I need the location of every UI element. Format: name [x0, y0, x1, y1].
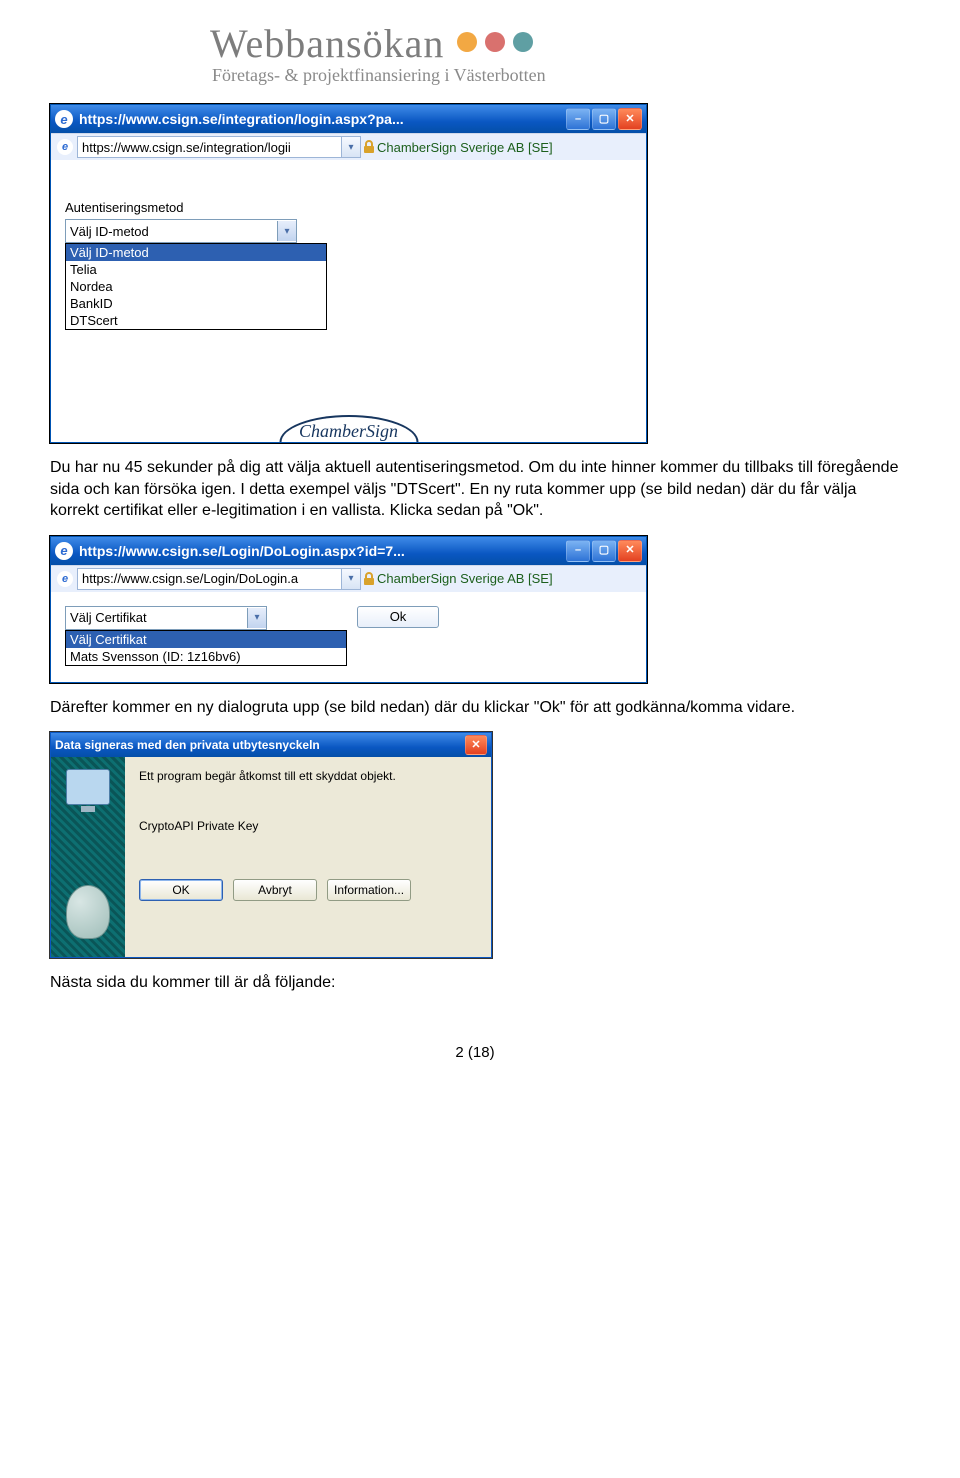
monitor-icon	[66, 769, 110, 805]
window-title: https://www.csign.se/integration/login.a…	[79, 111, 566, 127]
auth-method-options[interactable]: Välj ID-metod Telia Nordea BankID DTScer…	[65, 243, 327, 330]
option-valj-id-metod[interactable]: Välj ID-metod	[66, 244, 326, 261]
close-button[interactable]: ✕	[618, 108, 642, 130]
auth-method-label: Autentiseringsmetod	[65, 200, 632, 215]
brand-subtitle: Företags- & projektfinansiering i Väster…	[212, 65, 900, 86]
address-text: https://www.csign.se/integration/logii	[82, 140, 291, 155]
maximize-button[interactable]: ▢	[592, 108, 616, 130]
brand-dot-3	[513, 32, 533, 52]
address-bar: e https://www.csign.se/integration/logii…	[51, 133, 646, 160]
minimize-button[interactable]: –	[566, 540, 590, 562]
window-title: https://www.csign.se/Login/DoLogin.aspx?…	[79, 543, 566, 559]
chambersign-logo: ChamberSign	[279, 415, 418, 442]
close-button[interactable]: ✕	[465, 735, 487, 755]
option-telia[interactable]: Telia	[66, 261, 326, 278]
dialog-message: Ett program begär åtkomst till ett skydd…	[139, 769, 477, 783]
option-dtscert[interactable]: DTScert	[66, 312, 326, 329]
address-text: https://www.csign.se/Login/DoLogin.a	[82, 571, 298, 586]
paragraph-1: Du har nu 45 sekunder på dig att välja a…	[50, 457, 900, 522]
paragraph-2: Därefter kommer en ny dialogruta upp (se…	[50, 697, 900, 719]
certificate-options[interactable]: Välj Certifikat Mats Svensson (ID: 1z16b…	[65, 630, 347, 666]
close-button[interactable]: ✕	[618, 540, 642, 562]
dialog-titlebar[interactable]: Data signeras med den privata utbytesnyc…	[51, 733, 491, 757]
option-bankid[interactable]: BankID	[66, 295, 326, 312]
address-input[interactable]: https://www.csign.se/integration/logii	[77, 136, 342, 158]
brand-header: Webbansökan Företags- & projektfinansier…	[210, 20, 900, 86]
dialog-cancel-button[interactable]: Avbryt	[233, 879, 317, 901]
brand-title: Webbansökan	[210, 20, 444, 67]
address-input[interactable]: https://www.csign.se/Login/DoLogin.a	[77, 568, 342, 590]
screenshot-select-cert: e https://www.csign.se/Login/DoLogin.asp…	[50, 536, 647, 683]
select-value: Välj Certifikat	[66, 610, 247, 625]
window-titlebar[interactable]: e https://www.csign.se/integration/login…	[51, 105, 646, 133]
address-bar: e https://www.csign.se/Login/DoLogin.a ▾…	[51, 565, 646, 592]
ie-logo-icon: e	[55, 542, 73, 560]
window-body: Välj Certifikat ▾ Välj Certifikat Mats S…	[51, 592, 646, 682]
ie-logo-icon: e	[57, 571, 73, 587]
dialog-ok-button[interactable]: OK	[139, 879, 223, 901]
dialog-sidebar-graphic	[51, 757, 125, 957]
page-number: 2 (18)	[50, 1044, 900, 1061]
select-value: Välj ID-metod	[66, 224, 277, 239]
paragraph-3: Nästa sida du kommer till är då följande…	[50, 972, 900, 994]
ie-logo-icon: e	[57, 139, 73, 155]
crypto-dialog: Data signeras med den privata utbytesnyc…	[50, 732, 492, 958]
minimize-button[interactable]: –	[566, 108, 590, 130]
window-body: Autentiseringsmetod Välj ID-metod ▾ Välj…	[51, 160, 646, 442]
ie-logo-icon: e	[55, 110, 73, 128]
keys-icon	[66, 885, 110, 939]
certificate-owner: ChamberSign Sverige AB [SE]	[377, 140, 553, 155]
option-valj-certifikat[interactable]: Välj Certifikat	[66, 631, 346, 648]
address-dropdown-button[interactable]: ▾	[342, 136, 361, 158]
auth-method-select[interactable]: Välj ID-metod ▾	[65, 219, 297, 243]
brand-dots	[455, 32, 535, 56]
chevron-down-icon: ▾	[247, 608, 266, 628]
maximize-button[interactable]: ▢	[592, 540, 616, 562]
dialog-title: Data signeras med den privata utbytesnyc…	[55, 738, 465, 752]
brand-dot-1	[457, 32, 477, 52]
chevron-down-icon: ▾	[277, 221, 296, 241]
certificate-select[interactable]: Välj Certifikat ▾	[65, 606, 267, 630]
lock-icon	[361, 139, 377, 155]
ok-button[interactable]: Ok	[357, 606, 439, 628]
certificate-owner: ChamberSign Sverige AB [SE]	[377, 571, 553, 586]
screenshot-auth-method: e https://www.csign.se/integration/login…	[50, 104, 647, 443]
address-dropdown-button[interactable]: ▾	[342, 568, 361, 590]
option-nordea[interactable]: Nordea	[66, 278, 326, 295]
crypto-key-label: CryptoAPI Private Key	[139, 819, 477, 833]
option-mats-svensson[interactable]: Mats Svensson (ID: 1z16bv6)	[66, 648, 346, 665]
brand-dot-2	[485, 32, 505, 52]
dialog-info-button[interactable]: Information...	[327, 879, 411, 901]
lock-icon	[361, 571, 377, 587]
window-titlebar[interactable]: e https://www.csign.se/Login/DoLogin.asp…	[51, 537, 646, 565]
